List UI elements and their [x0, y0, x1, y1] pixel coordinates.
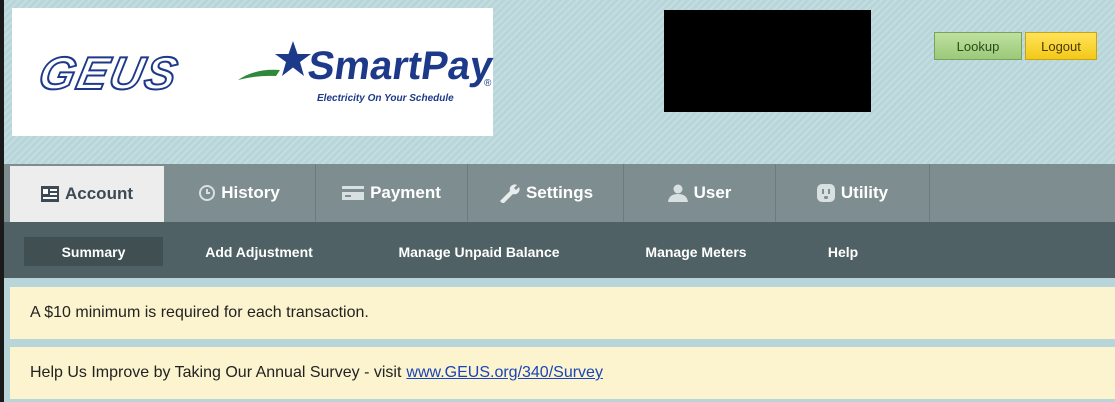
tab-user[interactable]: User — [624, 164, 776, 222]
page-header: GEUS SmartPay ® Electricity On Your Sche… — [4, 0, 1115, 164]
wrench-icon — [498, 183, 520, 203]
survey-notice: Help Us Improve by Taking Our Annual Sur… — [10, 347, 1115, 399]
tab-label: Account — [65, 184, 133, 203]
minimum-notice: A $10 minimum is required for each trans… — [10, 287, 1115, 339]
registered-mark: ® — [484, 78, 492, 89]
logo[interactable]: GEUS SmartPay ® Electricity On Your Sche… — [12, 8, 496, 136]
subnav-add-adjustment[interactable]: Add Adjustment — [184, 237, 334, 266]
outlet-icon — [816, 184, 835, 202]
tab-settings[interactable]: Settings — [468, 164, 624, 222]
main-tabs: Account History Payment Settings User Ut… — [4, 164, 1115, 222]
subnav-manage-unpaid-balance[interactable]: Manage Unpaid Balance — [379, 237, 579, 266]
redacted-account-info — [664, 10, 871, 112]
tab-utility[interactable]: Utility — [776, 164, 930, 222]
tab-history[interactable]: History — [164, 164, 316, 222]
clock-icon — [199, 185, 216, 201]
tab-label: Utility — [840, 183, 889, 202]
logo-tagline: Electricity On Your Schedule — [317, 93, 454, 104]
subnav-manage-meters[interactable]: Manage Meters — [626, 237, 766, 266]
minimum-notice-text: A $10 minimum is required for each trans… — [30, 304, 369, 321]
tab-label: Settings — [525, 183, 594, 202]
logout-button[interactable]: Logout — [1025, 32, 1097, 60]
tab-label: History — [221, 183, 280, 202]
tab-label: User — [693, 183, 732, 202]
survey-link[interactable]: www.GEUS.org/340/Survey — [406, 364, 603, 382]
tab-payment[interactable]: Payment — [316, 164, 468, 222]
lookup-button[interactable]: Lookup — [934, 32, 1022, 60]
account-card-icon — [41, 186, 59, 202]
subnav-summary[interactable]: Summary — [24, 237, 163, 266]
smartpay-wordmark: SmartPay — [304, 44, 496, 88]
geus-wordmark: GEUS — [33, 46, 184, 100]
credit-card-icon — [342, 185, 365, 201]
tab-label: Payment — [370, 183, 441, 202]
sub-navigation: Summary Add Adjustment Manage Unpaid Bal… — [4, 222, 1115, 278]
user-icon — [667, 184, 688, 202]
tab-account[interactable]: Account — [10, 166, 164, 222]
survey-notice-text: Help Us Improve by Taking Our Annual Sur… — [30, 364, 402, 381]
subnav-help[interactable]: Help — [802, 237, 884, 266]
